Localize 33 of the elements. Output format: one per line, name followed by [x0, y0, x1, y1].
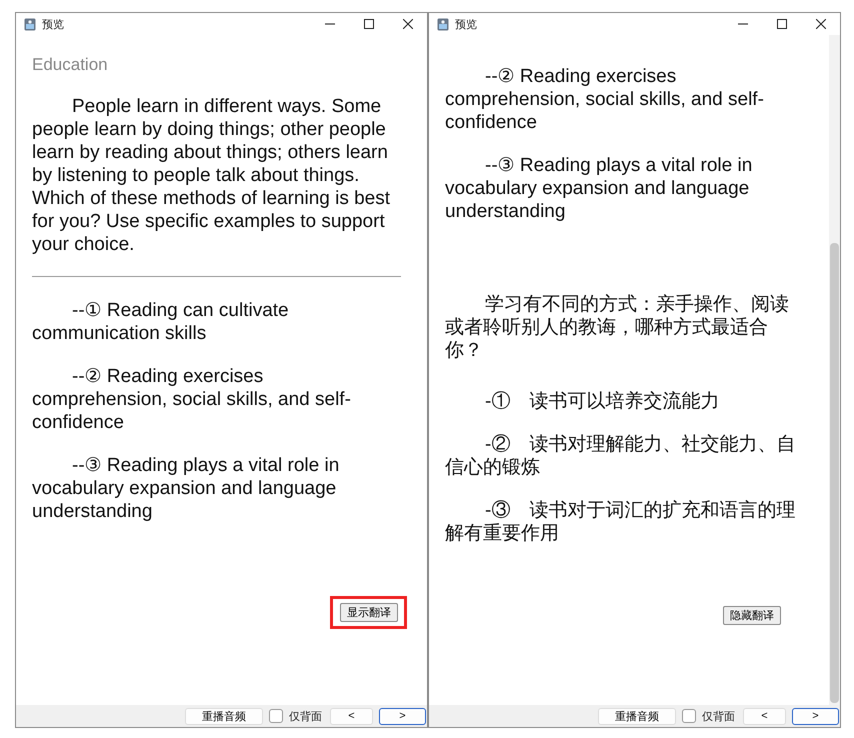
checkbox-label: 仅背面 — [702, 710, 735, 724]
answer-point: --② Reading exercises comprehension, social skills, and self-confidence — [32, 365, 352, 434]
translate-button[interactable]: 显示翻译 — [340, 603, 398, 622]
replay-audio-button[interactable]: 重播音频 — [598, 708, 676, 724]
back-only-checkbox[interactable] — [682, 709, 696, 723]
close-icon[interactable] — [816, 19, 826, 29]
next-button[interactable]: > — [792, 708, 839, 724]
question-paragraph: People learn in different ways. Some people learn by doing things; other people learn by reading about things; others learn by listening to people talk about things. Which of these methods of learning is best for you? Use specific examples to support your choice. — [32, 95, 392, 256]
app-icon — [24, 18, 36, 30]
back-only-checkbox[interactable] — [269, 709, 283, 723]
card-heading: Education — [32, 55, 109, 75]
maximize-icon[interactable] — [777, 19, 787, 29]
checkbox-label: 仅背面 — [289, 710, 322, 724]
window-title: 预览 — [455, 18, 477, 32]
close-icon[interactable] — [403, 19, 413, 29]
maximize-icon[interactable] — [364, 19, 374, 29]
answer-point: --③ Reading plays a vital role in vocabulary expansion and language understanding — [445, 154, 754, 223]
previous-button[interactable]: < — [743, 708, 786, 724]
next-button[interactable]: > — [379, 708, 426, 724]
scrollbar[interactable] — [829, 35, 840, 705]
scrollbar-thumb[interactable] — [830, 243, 839, 703]
answer-point: --① Reading can cultivate communication skills — [32, 299, 290, 345]
answer-point: -① 读书可以培养交流能力 — [484, 390, 720, 413]
answer-point: --② Reading exercises comprehension, social skills, and self-confidence — [445, 65, 765, 134]
previous-button[interactable]: < — [330, 708, 373, 724]
answer-point: --③ Reading plays a vital role in vocabulary expansion and language understanding — [32, 454, 340, 523]
question-paragraph: 学习有不同的方式：亲手操作、阅读或者聆听别人的教诲，哪种方式最适合你？ — [445, 293, 790, 362]
translate-button[interactable]: 隐藏翻译 — [723, 606, 781, 625]
replay-audio-button[interactable]: 重播音频 — [185, 708, 263, 724]
answer-point: -③ 读书对于词汇的扩充和语言的理解有重要作用 — [445, 499, 796, 545]
window-title: 预览 — [42, 18, 64, 32]
app-icon — [437, 18, 449, 30]
answer-point: -② 读书对理解能力、社交能力、自信心的锻炼 — [445, 433, 796, 479]
